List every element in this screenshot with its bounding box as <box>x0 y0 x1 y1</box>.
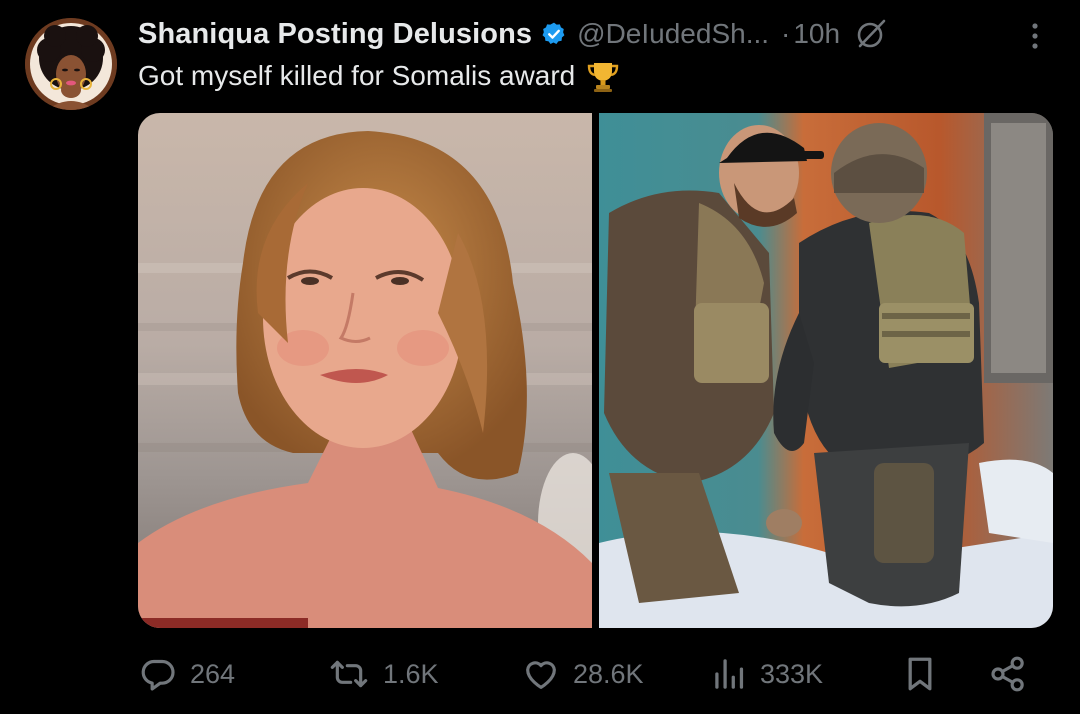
tweet[interactable]: Shaniqua Posting Delusions @DeIudedSh...… <box>0 0 1080 714</box>
repost-button[interactable]: 1.6K <box>327 648 439 700</box>
photo-right[interactable] <box>599 113 1053 628</box>
photo-left[interactable] <box>138 113 592 628</box>
more-options-icon[interactable] <box>1022 18 1048 54</box>
bookmark-icon[interactable] <box>902 654 938 694</box>
grok-icon[interactable] <box>854 17 888 51</box>
heart-icon[interactable] <box>521 654 561 694</box>
repost-icon[interactable] <box>327 654 371 694</box>
share-icon[interactable] <box>988 654 1028 694</box>
action-bar: 264 1.6K 28.6K 333K <box>0 648 1080 700</box>
tweet-text-content: Got myself killed for Somalis award <box>138 60 576 91</box>
tweet-header: Shaniqua Posting Delusions @DeIudedSh...… <box>138 14 888 54</box>
share-button[interactable] <box>988 648 1028 700</box>
like-button[interactable]: 28.6K <box>521 648 644 700</box>
repost-count: 1.6K <box>383 658 439 689</box>
trophy-icon <box>585 58 621 94</box>
like-count: 28.6K <box>573 658 644 689</box>
display-name[interactable]: Shaniqua Posting Delusions <box>138 18 532 51</box>
reply-icon[interactable] <box>138 654 178 694</box>
reply-count: 264 <box>190 658 236 689</box>
media-grid <box>138 113 1053 628</box>
handle[interactable]: @DeIudedSh... <box>577 18 769 50</box>
verified-badge-icon[interactable] <box>541 21 567 47</box>
reply-button[interactable]: 264 <box>138 648 235 700</box>
bookmark-button[interactable] <box>902 648 938 700</box>
avatar[interactable] <box>25 18 117 110</box>
views-icon[interactable] <box>712 654 748 694</box>
separator-dot: · <box>781 18 791 49</box>
tweet-text: Got myself killed for Somalis award <box>138 58 621 94</box>
timestamp[interactable]: 10h <box>793 18 840 50</box>
views-button[interactable]: 333K <box>712 648 823 700</box>
views-count: 333K <box>760 658 824 689</box>
